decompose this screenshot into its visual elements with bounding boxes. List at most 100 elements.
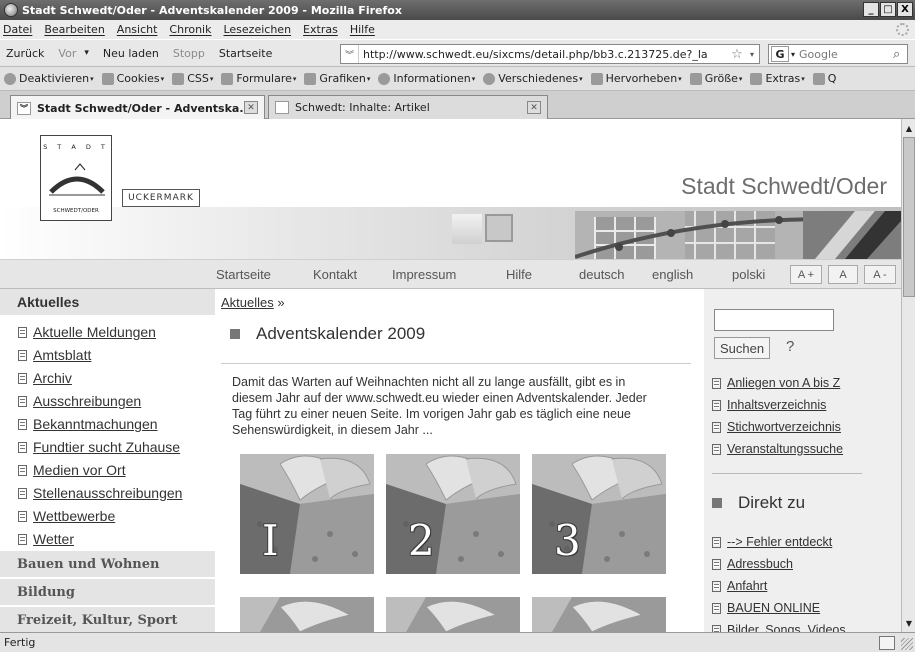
link-anfahrt[interactable]: Anfahrt <box>712 579 767 593</box>
link-anliegen[interactable]: Anliegen von A bis Z <box>712 376 840 390</box>
back-button[interactable]: Zurück <box>6 47 44 60</box>
link-bauen-online[interactable]: BAUEN ONLINE <box>712 601 820 615</box>
resize-grip-icon[interactable] <box>901 638 913 650</box>
sidebar-item-ausschreibungen[interactable]: Ausschreibungen <box>18 393 141 409</box>
link-bilder-songs-videos[interactable]: Bilder, Songs, Videos <box>712 623 846 632</box>
url-input[interactable]: http://www.schwedt.eu/sixcms/detail.php/… <box>359 48 729 61</box>
scroll-up-icon[interactable]: ▲ <box>903 121 915 135</box>
stop-button[interactable]: Stopp <box>173 47 205 60</box>
url-dropdown-icon[interactable]: ▾ <box>745 50 759 59</box>
sidebar-item-wettbewerbe[interactable]: Wettbewerbe <box>18 508 115 524</box>
advent-door-6[interactable] <box>532 597 666 632</box>
link-inhaltsverzeichnis[interactable]: Inhaltsverzeichnis <box>712 398 826 412</box>
search-box[interactable]: G ▾ Google ⌕ <box>768 44 908 64</box>
search-engine-dropdown-icon[interactable]: ▾ <box>791 50 795 59</box>
site-identity-icon[interactable]: ︾ <box>341 45 359 63</box>
tab-inhalte-artikel[interactable]: Schwedt: Inhalte: Artikel ✕ <box>268 95 548 119</box>
maximize-button[interactable]: □ <box>880 2 896 17</box>
devbar-deaktivieren[interactable]: Deaktivieren ▾ <box>4 72 94 85</box>
close-button[interactable]: X <box>897 2 913 17</box>
scroll-thumb[interactable] <box>903 137 915 297</box>
vertical-scrollbar[interactable]: ▲ ▼ <box>901 119 915 632</box>
sidebar-section-freizeit[interactable]: Freizeit, Kultur, Sport <box>0 607 215 632</box>
uckermark-logo[interactable]: UCKERMARK <box>122 189 200 207</box>
advent-door-4[interactable] <box>240 597 374 632</box>
reload-button[interactable]: Neu laden <box>103 47 159 60</box>
sidebar-section-bauen-wohnen[interactable]: Bauen und Wohnen <box>0 551 215 578</box>
topnav-english[interactable]: english <box>652 267 693 282</box>
sidebar-item-aktuelle-meldungen[interactable]: Aktuelle Meldungen <box>18 324 156 340</box>
city-logo[interactable]: S T A D T SCHWEDT/ODER <box>40 135 112 221</box>
sidebar-item-medien-vor-ort[interactable]: Medien vor Ort <box>18 462 126 478</box>
close-tab-icon[interactable]: ✕ <box>244 101 258 114</box>
topnav-startseite[interactable]: Startseite <box>216 267 271 282</box>
menu-chronik[interactable]: Chronik <box>169 23 211 36</box>
menu-extras[interactable]: Extras <box>303 23 338 36</box>
devbar-extras[interactable]: Extras ▾ <box>750 72 805 85</box>
devbar-formulare[interactable]: Formulare ▾ <box>221 72 296 85</box>
sidebar-item-fundtier[interactable]: Fundtier sucht Zuhause <box>18 439 180 455</box>
forward-button[interactable]: Vor <box>58 47 76 60</box>
home-button[interactable]: Startseite <box>219 47 273 60</box>
menu-bearbeiten[interactable]: Bearbeiten <box>44 23 104 36</box>
devbar-groesse[interactable]: Größe ▾ <box>689 72 742 85</box>
link-veranstaltungssuche[interactable]: Veranstaltungssuche <box>712 442 843 456</box>
topnav-hilfe[interactable]: Hilfe <box>506 267 532 282</box>
devbar-grafiken[interactable]: Grafiken ▾ <box>304 72 370 85</box>
link-adressbuch[interactable]: Adressbuch <box>712 557 793 571</box>
source-icon <box>812 72 825 85</box>
sidebar-item-wetter[interactable]: Wetter <box>18 531 74 547</box>
minimize-button[interactable]: _ <box>863 2 879 17</box>
logo-bridge-icon <box>49 163 105 196</box>
sidebar-item-amtsblatt[interactable]: Amtsblatt <box>18 347 91 363</box>
menu-ansicht[interactable]: Ansicht <box>117 23 158 36</box>
advent-door-5[interactable] <box>386 597 520 632</box>
topnav-impressum[interactable]: Impressum <box>392 267 456 282</box>
topnav-kontakt[interactable]: Kontakt <box>313 267 357 282</box>
gift-image <box>240 597 374 632</box>
breadcrumb-link-aktuelles[interactable]: Aktuelles <box>221 295 274 310</box>
devbar-informationen[interactable]: Informationen ▾ <box>378 72 475 85</box>
devbar-label: Hervorheben <box>605 72 678 85</box>
sidebar-section-bildung[interactable]: Bildung <box>0 579 215 606</box>
close-tab-icon[interactable]: ✕ <box>527 101 541 114</box>
search-help-link[interactable]: ? <box>786 338 794 355</box>
search-button[interactable]: Suchen <box>714 337 770 359</box>
advent-door-2[interactable]: 2 <box>386 454 520 574</box>
devbar-css[interactable]: CSS ▾ <box>172 72 213 85</box>
search-icon[interactable]: ⌕ <box>893 47 907 62</box>
topnav-deutsch[interactable]: deutsch <box>579 267 625 282</box>
topnav-polski[interactable]: polski <box>732 267 765 282</box>
menu-datei[interactable]: Datei <box>3 23 32 36</box>
highlight-pen-icon <box>590 72 603 85</box>
devbar-cookies[interactable]: Cookies ▾ <box>101 72 164 85</box>
font-normal-button[interactable]: A <box>828 265 858 284</box>
devbar-verschiedenes[interactable]: Verschiedenes ▾ <box>483 72 583 85</box>
sidebar-section-aktuelles[interactable]: Aktuelles <box>0 289 215 316</box>
sidebar-item-label: Aktuelle Meldungen <box>33 324 156 340</box>
url-bar[interactable]: ︾ http://www.schwedt.eu/sixcms/detail.ph… <box>340 44 760 64</box>
devbar-label: Formulare <box>236 72 292 85</box>
tab-adventskalender[interactable]: ︾ Stadt Schwedt/Oder - Adventska... ✕ <box>10 95 265 120</box>
status-page-icon[interactable] <box>879 636 895 650</box>
font-larger-button[interactable]: A + <box>790 265 822 284</box>
sidebar-item-bekanntmachungen[interactable]: Bekanntmachungen <box>18 416 158 432</box>
advent-door-1[interactable]: I <box>240 454 374 574</box>
site-search-input[interactable] <box>714 309 834 331</box>
google-icon[interactable]: G <box>771 46 789 62</box>
advent-door-3[interactable]: 3 <box>532 454 666 574</box>
scroll-down-icon[interactable]: ▼ <box>903 616 915 630</box>
devbar-label: CSS <box>187 72 209 85</box>
link-stichwortverzeichnis[interactable]: Stichwortverzeichnis <box>712 420 841 434</box>
search-input[interactable]: Google <box>799 48 893 61</box>
menu-lesezeichen[interactable]: Lesezeichen <box>223 23 291 36</box>
devbar-quelltext[interactable]: Q <box>812 72 836 85</box>
forward-history-icon[interactable]: ▾ <box>84 48 89 58</box>
link-fehler-entdeckt[interactable]: --> Fehler entdeckt <box>712 535 832 549</box>
sidebar-item-archiv[interactable]: Archiv <box>18 370 72 386</box>
sidebar-item-stellenausschreibungen[interactable]: Stellenausschreibungen <box>18 485 182 501</box>
font-smaller-button[interactable]: A - <box>864 265 896 284</box>
bookmark-star-icon[interactable]: ☆ <box>729 47 745 62</box>
menu-hilfe[interactable]: Hilfe <box>350 23 375 36</box>
devbar-hervorheben[interactable]: Hervorheben ▾ <box>590 72 682 85</box>
